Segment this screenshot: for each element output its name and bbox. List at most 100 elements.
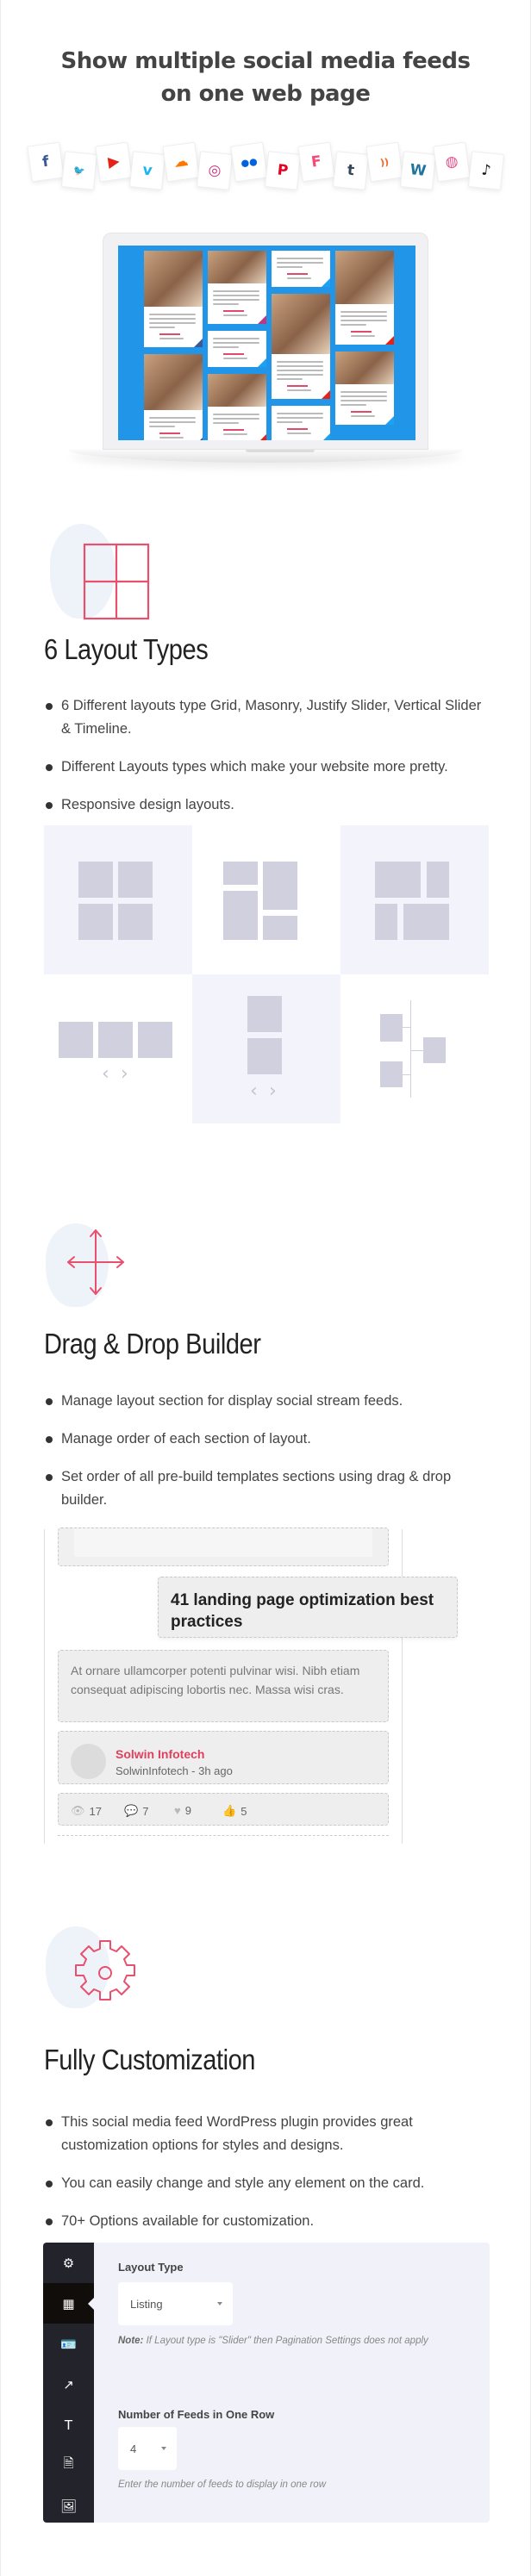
flickr-icon: ●●: [229, 141, 268, 183]
feed-column: [272, 251, 330, 440]
tumblr-icon: t: [332, 151, 369, 190]
author-name: Solwin Infotech: [116, 1747, 205, 1761]
feed-card: [272, 406, 330, 440]
feed-photo: [208, 374, 266, 407]
sidebar-item-media[interactable]: 🖼: [43, 2486, 94, 2526]
bullet-item: You can easily change and style any elem…: [44, 2172, 492, 2195]
thumbs-up-icon: 👍: [222, 1804, 237, 1817]
bullet-item: 70+ Options available for customization.: [44, 2210, 492, 2233]
heart-icon: ♥: [174, 1804, 181, 1817]
tiktok-icon: ♪: [467, 151, 504, 190]
laptop-notch: [246, 450, 315, 452]
chevron-right-icon: ›: [269, 1080, 277, 1102]
sidebar-item-layout[interactable]: ▦: [43, 2283, 95, 2324]
foursquare-icon: F: [297, 141, 336, 183]
rss-icon: )): [365, 141, 403, 183]
feeds-row-label: Number of Feeds in One Row: [118, 2408, 275, 2421]
network-badge-icon: [194, 339, 203, 347]
network-badge-icon: [258, 315, 266, 324]
builder-stats-section[interactable]: 👁 17 💬 7 ♥ 9 👍 5: [58, 1793, 389, 1826]
section-title-layout: 6 Layout Types: [44, 633, 209, 665]
comments-stat: 💬 7: [124, 1804, 149, 1818]
images-icon: 🖼: [59, 2498, 78, 2514]
chevron-down-icon: [161, 2447, 166, 2450]
feed-card: [272, 294, 330, 399]
comments-icon: 💬: [124, 1804, 139, 1817]
dragged-title-section[interactable]: 41 landing page optimization best practi…: [158, 1577, 458, 1638]
likes-stat: ♥ 9: [174, 1804, 191, 1817]
bullet-item: Manage order of each section of layout.: [44, 1428, 492, 1451]
tile-horizontal-slider: ‹ ›: [44, 974, 192, 1123]
layout-type-value: Listing: [130, 2297, 163, 2311]
network-badge-icon: [322, 278, 330, 287]
network-badge-icon: [194, 438, 203, 440]
feed-card: [208, 374, 266, 440]
bullet-item: This social media feed WordPress plugin …: [44, 2111, 492, 2157]
layout-type-label: Layout Type: [118, 2261, 184, 2274]
sidebar-item-typography[interactable]: T: [43, 2405, 94, 2445]
bullet-item: Manage layout section for display social…: [44, 1390, 492, 1413]
chevron-down-icon: [217, 2302, 222, 2305]
bullet-item: Set order of all pre-build templates sec…: [44, 1465, 492, 1512]
tile-justify: [340, 825, 489, 974]
section-title-custom: Fully Customization: [44, 2044, 256, 2075]
sidebar-item-card[interactable]: 🪪: [43, 2324, 94, 2364]
sidebar-item-share[interactable]: ↗: [43, 2364, 94, 2405]
share-icon: ↗: [63, 2376, 74, 2392]
move-arrows-icon: [67, 1229, 124, 1295]
text-width-icon: T: [64, 2417, 73, 2433]
avatar: [71, 1744, 106, 1779]
views-stat: 👁 17: [71, 1804, 102, 1818]
facebook-icon: f: [27, 141, 65, 183]
layout-tiles: ‹ › ‹ ›: [44, 825, 489, 1124]
tile-timeline: [340, 974, 489, 1123]
youtube-icon: ▶: [94, 141, 133, 183]
network-badge-icon: [322, 433, 330, 440]
feed-card: [208, 251, 266, 324]
feed-card: [335, 251, 394, 345]
layout-type-note: Note: If Layout type is "Slider" then Pa…: [118, 2336, 428, 2346]
feed-card: [335, 352, 394, 425]
laptop-screen: [118, 246, 415, 440]
section-title-drag: Drag & Drop Builder: [44, 1328, 261, 1360]
vimeo-icon: v: [128, 151, 166, 190]
thumbs-stat: 👍 5: [222, 1804, 247, 1818]
pinterest-icon: P: [264, 151, 302, 190]
settings-sidebar: ⚙ ▦ 🪪 ↗ T 🗎 🖼: [43, 2243, 95, 2526]
feed-card: [144, 251, 203, 347]
bullet-item: 6 Different layouts type Grid, Masonry, …: [44, 694, 492, 741]
sidebar-item-document[interactable]: 🗎: [43, 2445, 94, 2486]
builder-image-section[interactable]: [58, 1528, 389, 1566]
document-icon: 🗎: [63, 2455, 74, 2471]
social-icons-row: f 🐦 ▶ v ☁ ◎ ●● P Ft)) W ◍ ♪: [27, 141, 504, 194]
feed-column: [335, 251, 394, 432]
feed-photo: [144, 354, 203, 410]
builder-text-section[interactable]: At ornare ullamcorper potenti pulvinar w…: [58, 1650, 389, 1722]
network-badge-icon: [258, 358, 266, 367]
instagram-icon: ◎: [197, 151, 234, 190]
network-badge-icon: [385, 416, 394, 425]
feed-photo: [272, 294, 330, 354]
layout-icon: ▦: [62, 2295, 75, 2312]
feed-card: [272, 251, 330, 287]
network-badge-icon: [322, 390, 330, 399]
sidebar-item-general[interactable]: ⚙: [43, 2243, 94, 2283]
network-badge-icon: [385, 336, 394, 345]
builder-body-text: At ornare ullamcorper potenti pulvinar w…: [71, 1664, 360, 1696]
layout-type-select[interactable]: Listing: [118, 2282, 233, 2325]
builder-next-section-edge: [58, 1835, 389, 1836]
feeds-row-select[interactable]: 4: [118, 2427, 177, 2470]
drag-bullets: Manage layout section for display social…: [44, 1390, 492, 1527]
feed-photo: [335, 352, 394, 384]
twitter-icon: 🐦: [61, 151, 98, 190]
builder-author-section[interactable]: Solwin Infotech SolwinInfotech - 3h ago: [58, 1731, 389, 1784]
feed-column: [144, 251, 203, 440]
custom-bullets: This social media feed WordPress plugin …: [44, 2111, 492, 2248]
laptop-mockup: [103, 233, 428, 450]
chevron-right-icon: ›: [121, 1063, 128, 1085]
dragged-title-text: 41 landing page optimization best practi…: [171, 1591, 434, 1631]
layout-bullets: 6 Different layouts type Grid, Masonry, …: [44, 694, 492, 831]
gear-icon: [75, 1940, 135, 2000]
hero-title-line-1: Show multiple social media feeds: [60, 48, 471, 74]
feed-photo: [335, 251, 394, 304]
